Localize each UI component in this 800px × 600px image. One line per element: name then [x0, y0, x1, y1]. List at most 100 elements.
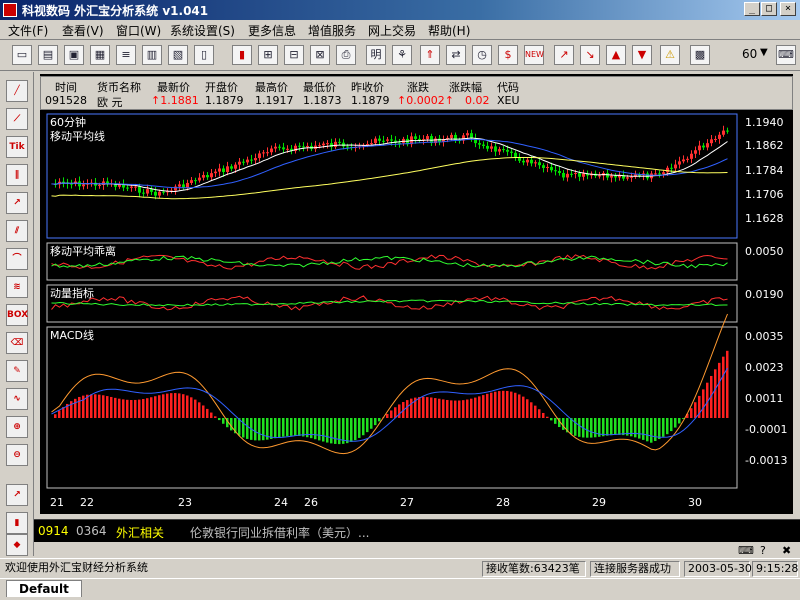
- candle-body: [82, 184, 85, 187]
- candle-body: [682, 159, 685, 162]
- ma-line-short: [51, 137, 728, 192]
- main-y-tick: 1.1862: [745, 139, 784, 152]
- save-icon[interactable]: ▣: [64, 45, 84, 65]
- minimize-button[interactable]: _: [744, 2, 760, 16]
- candle-body: [514, 152, 517, 158]
- candle-body: [666, 167, 669, 173]
- currency-icon[interactable]: $: [498, 45, 518, 65]
- new-icon[interactable]: ▭: [12, 45, 32, 65]
- menu-settings[interactable]: 系统设置(S): [170, 22, 235, 39]
- compare-icon[interactable]: ⇄: [446, 45, 466, 65]
- parallel-tool-icon[interactable]: ∥: [6, 164, 28, 186]
- status-bar: 欢迎使用外汇宝财经分析系统 接收笔数:63423笔 连接服务器成功 2003-0…: [0, 558, 800, 578]
- maximize-button[interactable]: □: [761, 2, 777, 16]
- candle-body: [258, 153, 261, 159]
- x-tick: 26: [304, 496, 318, 509]
- close-icon[interactable]: ✖: [782, 544, 791, 557]
- trend-up-icon[interactable]: ↗: [554, 45, 574, 65]
- macd-bar: [142, 399, 145, 418]
- multi-window-icon[interactable]: ⊞: [258, 45, 278, 65]
- news-headline[interactable]: 伦敦银行同业拆借利率（美元）...: [190, 524, 369, 541]
- alert-down-icon[interactable]: ▼: [632, 45, 652, 65]
- list-icon[interactable]: ≡: [116, 45, 136, 65]
- info-icon[interactable]: 明: [366, 45, 386, 65]
- wave-tool-icon[interactable]: ∿: [6, 388, 28, 410]
- fan-tool-icon[interactable]: ⟋: [6, 108, 28, 130]
- macd-bar: [282, 418, 285, 437]
- quote-prev: 1.1879: [351, 94, 390, 107]
- macd-bar: [222, 418, 225, 424]
- grid-icon[interactable]: ▦: [90, 45, 110, 65]
- open-icon[interactable]: ▤: [38, 45, 58, 65]
- tick-tool-icon[interactable]: Tik: [6, 136, 28, 158]
- quote-header-time: 时间: [55, 81, 77, 94]
- chevron-down-icon[interactable]: ▼: [760, 47, 768, 58]
- chart-tool-icon[interactable]: ↗: [6, 484, 28, 506]
- quote-header-change: 涨跌: [407, 81, 429, 94]
- close-button[interactable]: ×: [780, 2, 796, 16]
- box-tool-icon[interactable]: BOX: [6, 304, 28, 326]
- news-category[interactable]: 外汇相关: [116, 524, 164, 541]
- menu-window[interactable]: 窗口(W): [116, 22, 161, 39]
- status-time: 9:15:28: [752, 561, 798, 577]
- x-tick: 21: [50, 496, 64, 509]
- candle-body: [542, 165, 545, 168]
- menu-view[interactable]: 查看(V): [62, 22, 104, 39]
- macd-bar: [530, 402, 533, 418]
- ray-tool-icon[interactable]: ↗: [6, 192, 28, 214]
- macd-bar: [622, 418, 625, 436]
- line-tool-icon[interactable]: ╱: [6, 80, 28, 102]
- macd-bar: [206, 408, 209, 418]
- chart-canvas[interactable]: 60分钟 移动平均线 移动平均乖离 动量指标 MACD线 1.1940 1.18…: [40, 112, 793, 514]
- volume-tool-icon[interactable]: ▮: [6, 512, 28, 534]
- fund-icon[interactable]: ⚘: [392, 45, 412, 65]
- alert-up-icon[interactable]: ▲: [606, 45, 626, 65]
- app-icon[interactable]: [3, 3, 17, 17]
- calc-icon[interactable]: ▩: [690, 45, 710, 65]
- menu-help[interactable]: 帮助(H): [428, 22, 470, 39]
- help-icon[interactable]: ?: [760, 544, 766, 557]
- zoom-in-icon[interactable]: ⊕: [6, 416, 28, 438]
- keyboard-icon[interactable]: ⌨: [738, 544, 754, 557]
- signal-tool-icon[interactable]: ◆: [6, 534, 28, 556]
- print-icon[interactable]: ⎙: [336, 45, 356, 65]
- trend-down-icon[interactable]: ↘: [580, 45, 600, 65]
- channel-tool-icon[interactable]: ⫽: [6, 220, 28, 242]
- doc-icon[interactable]: ▯: [194, 45, 214, 65]
- macd-bar: [502, 390, 505, 418]
- keyboard-icon[interactable]: ⌨: [776, 45, 796, 65]
- warning-icon[interactable]: ⚠: [660, 45, 680, 65]
- macd-bar: [346, 418, 349, 444]
- tab-default[interactable]: Default: [6, 580, 82, 597]
- arc-tool-icon[interactable]: ⌒: [6, 248, 28, 270]
- text-tool-icon[interactable]: ✎: [6, 360, 28, 382]
- tile-icon[interactable]: ⊠: [310, 45, 330, 65]
- up-arrow-icon[interactable]: ⇑: [420, 45, 440, 65]
- news-strip[interactable]: 0914 0364 外汇相关 伦敦银行同业拆借利率（美元）...: [34, 519, 800, 542]
- chart-type-icon[interactable]: ▮: [232, 45, 252, 65]
- clock-icon[interactable]: ◷: [472, 45, 492, 65]
- macd-bar: [458, 400, 461, 418]
- menu-online-trade[interactable]: 网上交易: [368, 22, 416, 39]
- candle-body: [142, 192, 145, 194]
- fib-tool-icon[interactable]: ≋: [6, 276, 28, 298]
- macd-bar: [494, 391, 497, 418]
- macd-bar: [606, 418, 609, 436]
- bias-panel-frame[interactable]: [46, 242, 738, 281]
- eraser-tool-icon[interactable]: ⌫: [6, 332, 28, 354]
- menu-value-added[interactable]: 增值服务: [308, 22, 356, 39]
- toolbar: ▭ ▤ ▣ ▦ ≡ ▥ ▧ ▯ ▮ ⊞ ⊟ ⊠ ⎙ 明 ⚘ ⇑ ⇄ ◷ $ NE…: [0, 41, 800, 71]
- menu-more-info[interactable]: 更多信息: [248, 22, 296, 39]
- zoom-out-icon[interactable]: ⊖: [6, 444, 28, 466]
- candle-body: [178, 184, 181, 187]
- split-window-icon[interactable]: ⊟: [284, 45, 304, 65]
- table-icon[interactable]: ▥: [142, 45, 162, 65]
- macd-bar: [662, 418, 665, 437]
- zoom-select[interactable]: 60: [742, 47, 757, 61]
- layout-icon[interactable]: ▧: [168, 45, 188, 65]
- macd-bar: [410, 398, 413, 418]
- menu-file[interactable]: 文件(F): [8, 22, 48, 39]
- macd-bar: [126, 399, 129, 418]
- new-badge-icon[interactable]: NEW: [524, 45, 544, 65]
- title-bar[interactable]: 科视数码 外汇宝分析系统 v1.041 _ □ ×: [0, 0, 800, 20]
